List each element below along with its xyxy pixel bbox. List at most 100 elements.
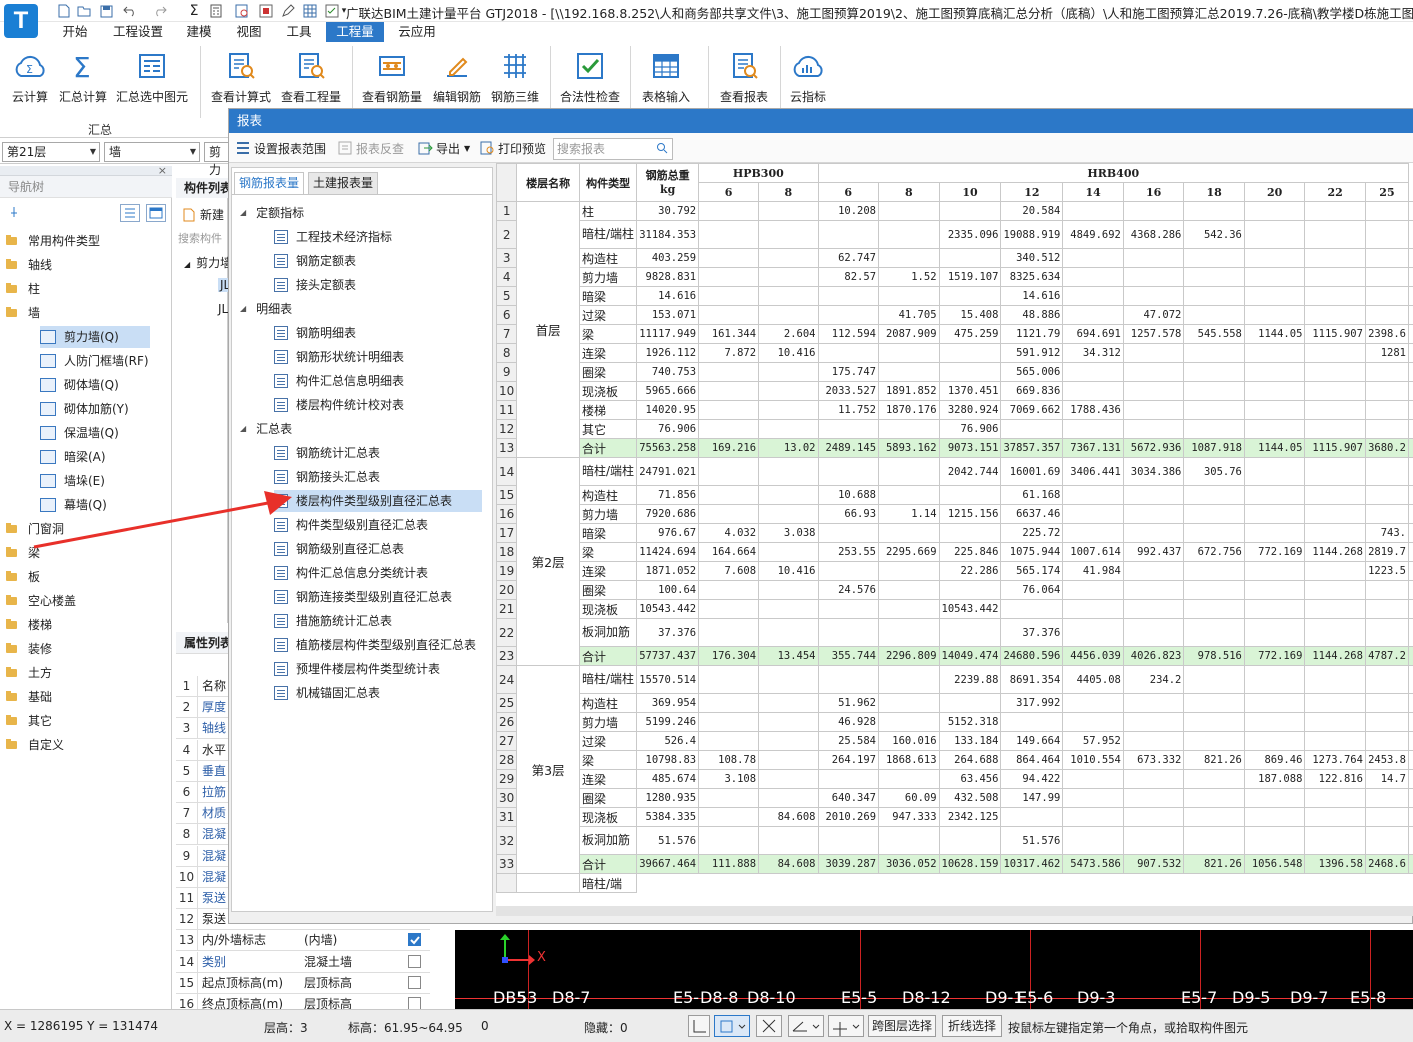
type-select[interactable]: 墙 ▼ [104, 142, 200, 162]
undo-icon[interactable] [122, 3, 138, 19]
table-row[interactable]: 10 现浇板 5965.666 2033.527 1891.852 1370.451 669… [496, 381, 1413, 401]
grid-icon[interactable] [302, 3, 318, 19]
horizontal-scrollbar[interactable] [496, 906, 1413, 916]
view-quantity-button[interactable]: 查看工程量 [278, 48, 344, 108]
tab-cloud[interactable]: 云应用 [392, 22, 442, 42]
table-row[interactable]: 17 暗梁 976.67 4.032 3.038 225.72 743. [496, 523, 1413, 543]
table-row[interactable]: 2 暗柱/端柱 31184.353 2335.096 19088.919 4849.692… [496, 220, 1413, 249]
nav-subitem[interactable]: 人防门框墙(RF) [40, 350, 149, 372]
report-item[interactable]: 工程技术经济指标 [274, 226, 392, 248]
tab-view[interactable]: 视图 [230, 22, 268, 42]
nav-item[interactable]: 自定义 [6, 734, 64, 756]
cross-select-button[interactable] [756, 1015, 782, 1037]
nav-item[interactable]: 基础 [6, 686, 52, 708]
report-item[interactable]: 钢筋统计汇总表 [274, 442, 380, 464]
table-row[interactable]: 16 剪力墙 7920.686 66.93 1.14 1215.156 6637.46 [496, 504, 1413, 524]
cad-grid-label[interactable]: E5-5 [841, 988, 877, 1007]
cad-grid-label[interactable]: E5-8 [1350, 988, 1386, 1007]
table-row[interactable]: 14 第2层 暗柱/端柱 24791.021 2042.744 16001.69 3406.… [496, 457, 1413, 666]
summary-calc-button[interactable]: Σ 汇总计算 [56, 48, 110, 108]
property-row[interactable]: 15 起点顶标高(m) 层顶标高 [176, 972, 430, 994]
tab-tools[interactable]: 工具 [280, 22, 318, 42]
cad-drawing-view[interactable]: X DB5 53 D8-7 E5- D8-8 D8-10 E5-5 D8-12 D9-1 E5-6… [455, 930, 1413, 1009]
nav-subitem[interactable]: 保温墙(Q) [40, 422, 119, 444]
search-icon[interactable] [656, 142, 668, 154]
edit-rebar-button[interactable]: 编辑钢筋 [430, 48, 484, 108]
nav-item[interactable]: 板 [6, 566, 40, 588]
set-report-range-button[interactable]: 设置报表范围 [235, 139, 326, 157]
nav-subitem[interactable]: 砌体墙(Q) [40, 374, 119, 396]
rebar-3d-button[interactable]: 钢筋三维 [488, 48, 542, 108]
offset-button[interactable] [828, 1015, 864, 1037]
nav-item[interactable]: 土方 [6, 662, 52, 684]
layer-icon[interactable] [258, 3, 274, 19]
report-item[interactable]: 楼层构件类型级别直径汇总表 [274, 490, 482, 512]
component-search-input[interactable]: 搜索构件 [178, 230, 228, 248]
table-row[interactable]: 20 圈梁 100.64 24.576 76.064 [496, 580, 1413, 600]
property-value[interactable]: 层顶标高 [304, 973, 352, 993]
summary-selected-button[interactable]: 汇总选中图元 [114, 48, 190, 108]
polyline-select-button[interactable]: 折线选择 [942, 1015, 1002, 1037]
cad-grid-label[interactable]: E5-6 [1017, 988, 1053, 1007]
report-group[interactable]: ◢ 定额指标 [240, 202, 304, 224]
view-formula-button[interactable]: 查看计算式 [208, 48, 274, 108]
table-input-button[interactable]: 表格输入 [638, 48, 694, 108]
table-row[interactable]: 25 构造柱 369.954 51.962 317.992 [496, 693, 1413, 713]
table-row[interactable]: 22 板洞加筋 37.376 37.376 [496, 618, 1413, 647]
table-row[interactable]: 31 现浇板 5384.335 84.608 2010.269 947.333 2342.1… [496, 807, 1413, 827]
calc-icon[interactable] [208, 3, 224, 19]
table-row[interactable]: 暗柱/端 [496, 873, 1413, 893]
cad-grid-label[interactable]: E5- [673, 988, 699, 1007]
report-group[interactable]: ◢ 汇总表 [240, 418, 292, 440]
open-folder-icon[interactable] [76, 3, 92, 19]
nav-item[interactable]: 墙 [6, 302, 40, 324]
table-row[interactable]: 27 过梁 526.4 25.584 160.016 133.184 149.664 57.9… [496, 731, 1413, 751]
table-row[interactable]: 21 现浇板 10543.442 10543.442 [496, 599, 1413, 619]
cloud-calc-button[interactable]: Σ 云计算 [6, 48, 54, 108]
nav-item[interactable]: 楼梯 [6, 614, 52, 636]
table-row[interactable]: 8 连梁 1926.112 7.872 10.416 591.912 34.312 1281 [496, 343, 1413, 363]
property-checkbox[interactable] [408, 975, 421, 989]
table-row[interactable]: 23 合计 57737.437 176.304 13.454 355.744 2296.80… [496, 646, 1413, 666]
nav-item[interactable]: 柱 [6, 278, 40, 300]
table-row[interactable]: 3 构造柱 403.259 62.747 340.512 [496, 248, 1413, 268]
cross-layer-select-button[interactable]: 跨图层选择 [868, 1015, 936, 1037]
icon-view-icon[interactable] [146, 204, 166, 222]
table-row[interactable]: 24 第3层 暗柱/端柱 15570.514 2239.88 8691.354 4405.0… [496, 665, 1413, 874]
save-icon[interactable] [98, 3, 114, 19]
nav-item[interactable]: 空心楼盖 [6, 590, 76, 612]
report-item[interactable]: 接头定额表 [274, 274, 356, 296]
table-row[interactable]: 9 圈梁 740.753 175.747 565.006 [496, 362, 1413, 382]
table-row[interactable]: 29 连梁 485.674 3.108 63.456 94.422 187.088 122.8… [496, 769, 1413, 789]
report-group[interactable]: ◢ 明细表 [240, 298, 292, 320]
table-row[interactable]: 15 构造柱 71.856 10.688 61.168 [496, 485, 1413, 505]
snap-button[interactable] [714, 1015, 750, 1037]
export-button[interactable]: 导出 ▼ [417, 139, 470, 157]
cloud-index-button[interactable]: 云指标 [784, 48, 832, 108]
report-item[interactable]: 措施筋统计汇总表 [274, 610, 392, 632]
report-item[interactable]: 钢筋连接类型级别直径汇总表 [274, 586, 452, 608]
table-row[interactable]: 6 过梁 153.071 41.705 15.408 48.886 47.072 [496, 305, 1413, 325]
new-file-icon[interactable] [56, 3, 72, 19]
property-row[interactable]: 13 内/外墙标志 (内墙) [176, 930, 430, 952]
tab-civil-reports[interactable]: 土建报表量 [308, 172, 378, 194]
cad-grid-label[interactable]: D9-5 [1232, 988, 1270, 1007]
cad-grid-label[interactable]: D8-10 [747, 988, 796, 1007]
table-row[interactable]: 30 圈梁 1280.935 640.347 60.09 432.508 147.99 [496, 788, 1413, 808]
view-report-button[interactable]: 查看报表 [716, 48, 772, 108]
cad-grid-label[interactable]: E5-7 [1181, 988, 1217, 1007]
ortho-button[interactable] [688, 1015, 710, 1037]
report-item[interactable]: 预埋件楼层构件类型统计表 [274, 658, 440, 680]
component-item[interactable]: JL [218, 302, 228, 316]
tab-start[interactable]: 开始 [56, 22, 94, 42]
tab-rebar-reports[interactable]: 钢筋报表量 [234, 172, 304, 194]
nav-subitem[interactable]: 暗梁(A) [40, 446, 106, 468]
report-reverse-button[interactable]: 报表反查 [337, 139, 404, 157]
property-checkbox[interactable] [408, 933, 421, 947]
nav-item[interactable]: 装修 [6, 638, 52, 660]
tab-project-settings[interactable]: 工程设置 [108, 22, 168, 42]
list-view-icon[interactable] [120, 204, 140, 222]
report-item[interactable]: 机械锚固汇总表 [274, 682, 380, 704]
validity-check-button[interactable]: 合法性检查 [558, 48, 622, 108]
pen-icon[interactable] [280, 3, 296, 19]
